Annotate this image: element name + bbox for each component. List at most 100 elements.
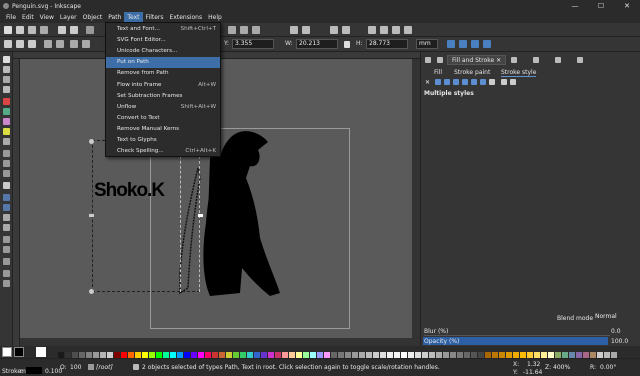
unset-paint-icon[interactable]: [489, 79, 495, 85]
opacity-input[interactable]: 100: [70, 364, 81, 371]
move-gradients-icon[interactable]: [471, 40, 479, 48]
pencil-tool-icon[interactable]: [3, 150, 10, 157]
menu-item-check-spelling[interactable]: Check Spelling... Ctrl+Alt+K: [106, 146, 220, 157]
fill-indicator[interactable]: [2, 347, 12, 357]
menu-item-convert-to-text[interactable]: Convert to Text: [106, 113, 220, 124]
tweak-tool-icon[interactable]: [3, 76, 10, 83]
export-icon[interactable]: [70, 26, 78, 34]
menu-file[interactable]: File: [3, 12, 19, 23]
subtab-stroke-paint[interactable]: Stroke paint: [454, 69, 490, 76]
text-font-icon[interactable]: [380, 26, 388, 34]
group-icon[interactable]: [330, 26, 338, 34]
xml-editor-icon[interactable]: [392, 26, 400, 34]
text-tool-icon[interactable]: [3, 182, 10, 189]
menu-item-flow-into-frame[interactable]: Flow into Frame Alt+W: [106, 80, 220, 91]
panel-icon-2[interactable]: [437, 57, 443, 63]
canvas-text-object[interactable]: Shoko.K: [94, 180, 165, 202]
zoom-tool-icon[interactable]: [3, 86, 10, 93]
lpe-tool-icon[interactable]: [3, 280, 10, 287]
stroke-indicator[interactable]: [14, 347, 24, 357]
white-swatch[interactable]: [36, 347, 46, 357]
rect-tool-icon[interactable]: [3, 98, 10, 105]
menu-object[interactable]: Object: [80, 12, 106, 23]
select-all-layers-icon[interactable]: [16, 40, 24, 48]
rotation-value[interactable]: 0.00°: [600, 364, 616, 371]
rotate-ccw-icon[interactable]: [44, 40, 52, 48]
subtab-stroke-style[interactable]: Stroke style: [501, 69, 537, 77]
spray-tool-icon[interactable]: [3, 236, 10, 243]
ungroup-icon[interactable]: [342, 26, 350, 34]
print-icon[interactable]: [40, 26, 48, 34]
stroke-swatch[interactable]: [26, 367, 42, 374]
mesh-gradient-icon[interactable]: [462, 79, 468, 85]
fill-rule-evenodd-icon[interactable]: [501, 79, 507, 85]
paint-bucket-icon[interactable]: [3, 224, 10, 231]
vertical-ruler[interactable]: [13, 59, 20, 346]
scale-corners-icon[interactable]: [459, 40, 467, 48]
save-icon[interactable]: [28, 26, 36, 34]
menu-item-unflow[interactable]: Unflow Shift+Alt+W: [106, 102, 220, 113]
flip-horizontal-icon[interactable]: [70, 40, 78, 48]
flat-color-icon[interactable]: [435, 79, 441, 85]
menu-item-remove-manual-kerns[interactable]: Remove Manual Kerns: [106, 124, 220, 135]
panel-icon-4[interactable]: [533, 57, 539, 63]
swatch-icon[interactable]: [480, 79, 486, 85]
horizontal-scrollbar[interactable]: [20, 338, 412, 346]
mesh-tool-icon[interactable]: [3, 204, 10, 211]
pattern-icon[interactable]: [471, 79, 477, 85]
menu-item-text-to-glyphs[interactable]: Text to Glyphs: [106, 135, 220, 146]
rotation-handle-tl[interactable]: [89, 139, 94, 144]
node-tool-icon[interactable]: [3, 66, 10, 73]
panel-icon-1[interactable]: [425, 57, 431, 63]
menu-item-remove-from-path[interactable]: Remove from Path: [106, 68, 220, 79]
open-icon[interactable]: [16, 26, 24, 34]
flip-vertical-icon[interactable]: [82, 40, 90, 48]
unit-select[interactable]: mm: [416, 39, 438, 49]
blend-mode-select[interactable]: Normal: [593, 313, 633, 323]
rotate-cw-icon[interactable]: [56, 40, 64, 48]
zoom-value[interactable]: 400%: [553, 364, 570, 371]
gradient-tool-icon[interactable]: [3, 194, 10, 201]
fill-stroke-icon[interactable]: [368, 26, 376, 34]
ellipse-tool-icon[interactable]: [3, 118, 10, 125]
zoom-drawing-icon[interactable]: [240, 26, 248, 34]
import-icon[interactable]: [58, 26, 66, 34]
move-patterns-icon[interactable]: [483, 40, 491, 48]
panel-icon-5[interactable]: [555, 57, 561, 63]
layer-selector[interactable]: [root]: [96, 364, 113, 371]
radial-gradient-icon[interactable]: [453, 79, 459, 85]
undo-icon[interactable]: [86, 26, 94, 34]
blur-value[interactable]: 0.0: [611, 328, 621, 335]
measure-tool-icon[interactable]: [3, 270, 10, 277]
dropper-tool-icon[interactable]: [3, 214, 10, 221]
select-all-icon[interactable]: [4, 40, 12, 48]
y-field[interactable]: 3.355: [232, 39, 274, 49]
minimize-button[interactable]: —: [562, 0, 588, 12]
menu-edit[interactable]: Edit: [19, 12, 37, 23]
close-tab-icon[interactable]: ✕: [496, 57, 501, 64]
tab-fill-and-stroke[interactable]: Fill and Stroke ✕: [447, 55, 507, 65]
w-field[interactable]: 20.213: [296, 39, 338, 49]
eraser-tool-icon[interactable]: [3, 246, 10, 253]
3dbox-tool-icon[interactable]: [3, 108, 10, 115]
fill-rule-nonzero-icon[interactable]: [510, 79, 516, 85]
duplicate-icon[interactable]: [290, 26, 298, 34]
menu-item-svg-font-editor[interactable]: SVG Font Editor...: [106, 35, 220, 46]
connector-tool-icon[interactable]: [3, 258, 10, 265]
pen-tool-icon[interactable]: [3, 160, 10, 167]
skew-handle-right[interactable]: [198, 214, 203, 217]
h-field[interactable]: 28.773: [366, 39, 408, 49]
menu-layer[interactable]: Layer: [57, 12, 80, 23]
subtab-fill[interactable]: Fill: [434, 69, 442, 76]
linear-gradient-icon[interactable]: [444, 79, 450, 85]
zoom-selection-icon[interactable]: [228, 26, 236, 34]
lock-icon[interactable]: [344, 41, 350, 48]
menu-item-text-and-font[interactable]: Text and Font... Shift+Ctrl+T: [106, 24, 220, 35]
spiral-tool-icon[interactable]: [3, 138, 10, 145]
close-button[interactable]: ✕: [614, 0, 640, 12]
menu-item-put-on-path[interactable]: Put on Path: [106, 57, 220, 68]
selector-tool-icon[interactable]: [3, 56, 10, 63]
menu-item-unicode-characters[interactable]: Unicode Characters...: [106, 46, 220, 57]
skew-handle-left[interactable]: [89, 214, 94, 217]
menu-item-set-subtraction-frames[interactable]: Set Subtraction Frames: [106, 91, 220, 102]
